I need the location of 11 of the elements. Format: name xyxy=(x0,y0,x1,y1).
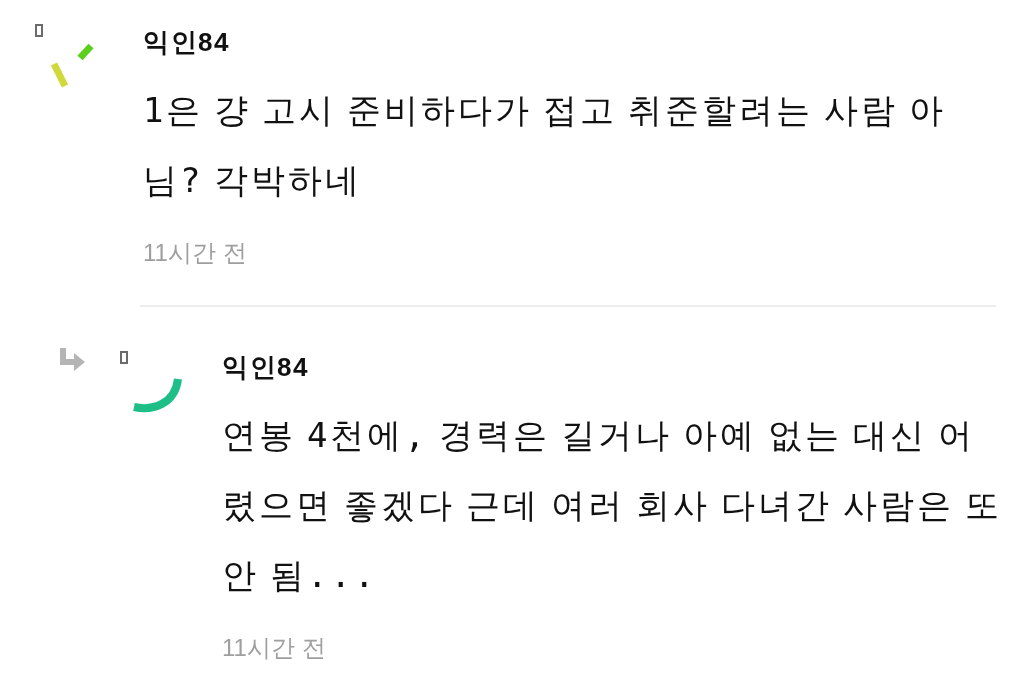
comment-time: 11시간 전 xyxy=(143,238,247,268)
comment-author: 익인84 xyxy=(222,352,309,382)
reply-arrow-icon xyxy=(60,348,85,371)
avatar-icon xyxy=(50,43,96,90)
comment-author: 익인84 xyxy=(143,27,230,57)
avatar-icon xyxy=(133,378,183,414)
comment-text: 1은 걍 고시 준비하다가 접고 취준할려는 사람 아님? 각박하네 xyxy=(143,89,948,202)
comment-time: 11시간 전 xyxy=(222,633,326,663)
broken-image-icon xyxy=(35,24,43,37)
comment-text: 연봉 4천에, 경력은 길거나 아예 없는 대신 어렸으면 좋겠다 근데 여러 회사 다녀간 사람은 또 안 됨... xyxy=(222,414,1003,597)
broken-image-icon xyxy=(120,351,128,364)
